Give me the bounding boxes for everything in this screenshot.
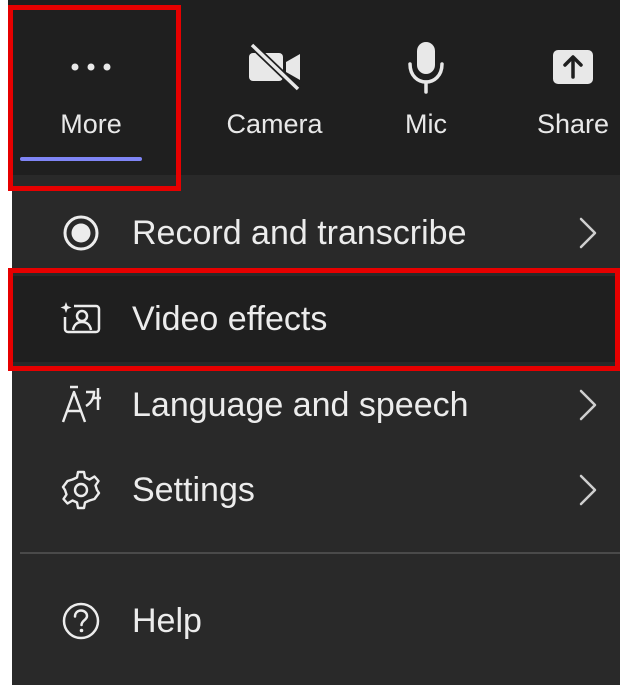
menu-divider — [20, 552, 620, 554]
chevron-right-icon — [579, 389, 597, 421]
menu-item-settings[interactable]: Settings — [12, 447, 620, 533]
menu-item-record-and-transcribe[interactable]: Record and transcribe — [12, 190, 620, 276]
mic-button[interactable]: Mic — [376, 0, 476, 175]
more-options-menu: Record and transcribe Video effects Lang… — [12, 175, 620, 685]
record-icon — [60, 212, 102, 254]
menu-item-language-and-speech[interactable]: Language and speech — [12, 362, 620, 448]
menu-item-video-effects[interactable]: Video effects — [12, 276, 620, 362]
menu-item-label: Settings — [132, 470, 255, 509]
share-button[interactable]: Share — [526, 0, 620, 175]
language-icon — [60, 384, 102, 426]
menu-item-label: Help — [132, 601, 202, 640]
gear-icon — [60, 469, 102, 511]
camera-button[interactable]: Camera — [208, 0, 341, 175]
menu-item-label: Video effects — [132, 299, 328, 338]
menu-item-label: Language and speech — [132, 385, 469, 424]
mic-label: Mic — [405, 109, 447, 139]
menu-item-help[interactable]: Help — [12, 578, 620, 664]
mic-icon — [406, 37, 446, 97]
chevron-right-icon — [579, 217, 597, 249]
menu-item-label: Record and transcribe — [132, 213, 467, 252]
more-dots-icon — [69, 37, 113, 97]
camera-off-icon — [246, 37, 304, 97]
share-label: Share — [536, 109, 610, 139]
chevron-right-icon — [579, 474, 597, 506]
video-effects-icon — [60, 298, 102, 340]
selected-tab-indicator — [20, 157, 142, 161]
call-toolbar: More Camera Mic Share — [8, 0, 620, 175]
more-button[interactable]: More — [8, 0, 174, 175]
share-upload-icon — [552, 37, 594, 97]
more-label: More — [60, 109, 122, 139]
camera-label: Camera — [226, 109, 323, 139]
help-icon — [60, 600, 102, 642]
